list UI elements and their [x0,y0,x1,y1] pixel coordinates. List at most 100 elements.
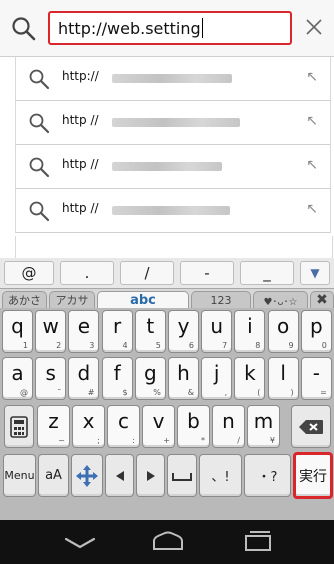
key-sublabel: ( [257,388,261,397]
key-sublabel: 4 [122,341,128,350]
move-cross-icon [76,464,98,487]
key--[interactable]: - = [300,357,332,400]
fill-arrow-icon[interactable]: ↖ [306,113,318,129]
fill-arrow-icon[interactable]: ↖ [306,201,318,217]
recent-apps-icon[interactable] [238,529,278,555]
key-sublabel: + [163,436,170,445]
key-label: e [77,314,91,338]
key-z[interactable]: z ~ [37,405,70,448]
search-icon [29,157,50,178]
key-l[interactable]: l) [267,357,299,400]
key-n[interactable]: n / [212,405,245,448]
case-key-label: aA [45,468,62,483]
key-label: m [253,409,274,433]
punctuation-key-2[interactable]: ・? [244,454,291,497]
key-label: x [82,409,95,433]
key-i[interactable]: i8 [234,310,266,353]
symbol-key-dot[interactable]: . [60,261,114,285]
symbol-key-slash[interactable]: / [120,261,174,285]
url-input[interactable]: http://web.setting [48,11,292,45]
key-h[interactable]: h & [168,357,199,400]
key-f[interactable]: f $ [101,357,133,400]
tab-katakana[interactable]: アカサ [49,291,95,308]
suggestion-list-bottom [15,236,333,258]
search-icon [29,113,50,134]
key-e[interactable]: e3 [68,310,100,353]
key-label: d [77,361,91,385]
symbol-key-hyphen[interactable]: - [180,261,234,285]
space-icon [172,472,192,481]
punctuation-key-1[interactable]: 、! [199,454,242,497]
suggestion-text: http:// [62,69,99,83]
menu-key-label: Menu [4,469,35,482]
execute-key-label: 実行 [299,468,327,485]
calculator-icon [10,415,28,438]
suggestion-item[interactable]: http // ↖ [15,145,331,189]
expand-symbols-button[interactable]: ▼ [300,261,330,285]
key-label: r [112,314,122,338]
fill-arrow-icon[interactable]: ↖ [306,69,318,85]
key-label: b [187,409,200,433]
suggestion-item[interactable]: http:// ↖ [15,57,331,101]
key-m[interactable]: m ¥ [247,405,280,448]
suggestion-text: http // [62,201,99,215]
cursor-right-key[interactable] [136,454,165,497]
key-y[interactable]: y6 [168,310,199,353]
key-o[interactable]: o9 [267,310,299,353]
cursor-move-key[interactable] [71,454,103,497]
arrow-right-icon [146,470,155,481]
tab-emoji[interactable]: ♥･ᴗ･☆ [253,291,308,308]
key-s[interactable]: s ˜ [35,357,67,400]
tab-hiragana[interactable]: あかさ [2,291,47,308]
blurred-url [112,206,230,215]
fill-arrow-icon[interactable]: ↖ [306,157,318,173]
key-sublabel: ¥ [269,436,275,445]
key-sublabel: @ [20,388,28,397]
key-sublabel: = [320,388,327,397]
cursor-left-key[interactable] [105,454,134,497]
clear-button[interactable] [300,13,328,41]
key-label: c [118,409,129,433]
search-icon[interactable] [11,16,37,42]
punct-key-label-2: ・? [257,470,278,485]
calculator-key[interactable] [4,405,34,448]
tab-abc[interactable]: abc [97,291,189,308]
key-j[interactable]: j, [201,357,233,400]
backspace-icon [299,419,323,434]
key-label: f [113,361,121,385]
execute-key[interactable]: 実行 [293,452,333,499]
key-p[interactable]: p0 [300,310,332,353]
key-g[interactable]: g% [134,357,166,400]
back-icon[interactable] [60,529,100,555]
key-d[interactable]: d # [68,357,100,400]
key-c[interactable]: c: [107,405,140,448]
space-key[interactable] [167,454,197,497]
key-k[interactable]: k( [234,357,266,400]
keyboard-close-icon[interactable]: ✖ [310,291,334,308]
key-b[interactable]: b * [177,405,210,448]
symbol-key-at[interactable]: @ [4,261,54,285]
key-sublabel: 2 [56,341,62,350]
menu-key[interactable]: Menu [3,454,36,497]
key-label: i [247,314,253,338]
key-w[interactable]: w2 [35,310,67,353]
case-toggle-key[interactable]: aA [38,454,69,497]
key-sublabel: & [187,388,194,397]
key-t[interactable]: t5 [134,310,166,353]
key-sublabel: : [132,436,135,445]
key-u[interactable]: u7 [201,310,233,353]
backspace-key[interactable] [291,405,331,448]
key-q[interactable]: q1 [2,310,33,353]
suggestion-item[interactable]: http // ↖ [15,101,331,145]
key-x[interactable]: x; [72,405,105,448]
symbol-key-underscore[interactable]: _ [240,261,294,285]
key-v[interactable]: v + [142,405,175,448]
suggestion-item[interactable]: http // ↖ [15,189,331,233]
key-r[interactable]: r4 [101,310,133,353]
key-sublabel: ~ [58,436,65,445]
home-icon[interactable] [148,529,188,555]
system-navigation-bar [0,520,334,564]
tab-123[interactable]: 123 [191,291,251,308]
key-a[interactable]: a @ [2,357,33,400]
blurred-url [112,118,240,127]
